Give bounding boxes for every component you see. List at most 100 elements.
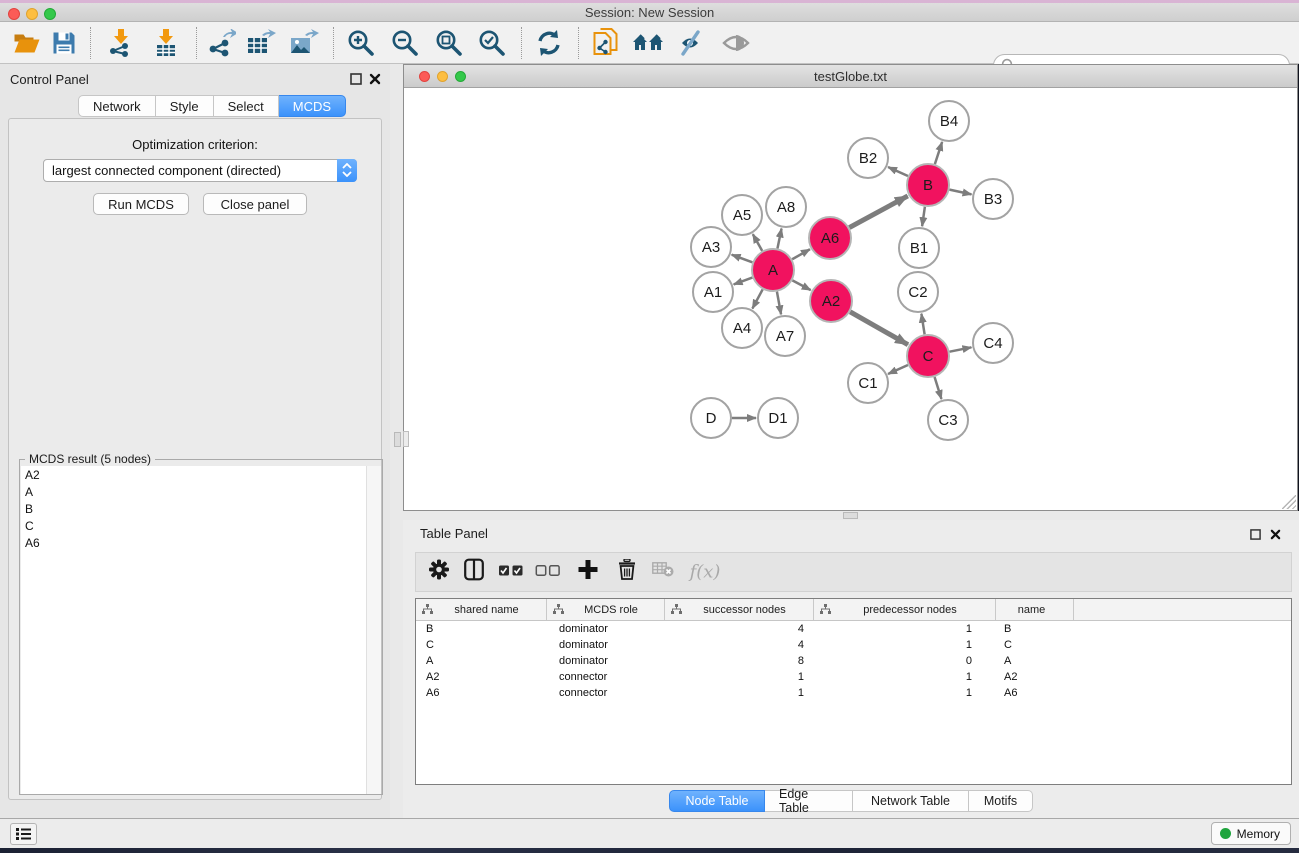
memory-button[interactable]: Memory xyxy=(1211,822,1291,845)
table-cell[interactable]: 1 xyxy=(665,671,814,683)
graph-node-B[interactable]: B xyxy=(907,164,949,206)
graph-edge-A-A8[interactable] xyxy=(777,229,781,249)
tab-select[interactable]: Select xyxy=(214,95,279,117)
table-cell[interactable]: A6 xyxy=(996,687,1074,699)
close-panel-icon[interactable] xyxy=(1270,527,1283,540)
table-cell[interactable]: A2 xyxy=(996,671,1074,683)
graph-edge-A-A1[interactable] xyxy=(734,278,753,285)
mcds-result-item[interactable]: C xyxy=(21,517,367,534)
export-network-icon[interactable] xyxy=(208,29,236,57)
graph-node-A2[interactable]: A2 xyxy=(810,280,852,322)
tab-network[interactable]: Network xyxy=(78,95,156,117)
save-session-icon[interactable] xyxy=(53,31,76,54)
splitter-grip[interactable] xyxy=(394,432,401,447)
table-cell[interactable]: A2 xyxy=(416,671,547,683)
graph-edge-C-C3[interactable] xyxy=(935,377,942,399)
graph-edge-A-A7[interactable] xyxy=(777,292,781,315)
zoom-in-icon[interactable] xyxy=(347,29,375,57)
table-cell[interactable]: dominator xyxy=(547,639,665,651)
table-cell[interactable]: 1 xyxy=(814,687,996,699)
graph-node-A3[interactable]: A3 xyxy=(691,227,731,267)
table-row-A2[interactable]: A2connector11A2 xyxy=(416,669,1291,685)
hide-details-icon[interactable] xyxy=(676,29,704,57)
table-cell[interactable]: 1 xyxy=(814,671,996,683)
run-mcds-button[interactable]: Run MCDS xyxy=(93,193,189,215)
table-cell[interactable]: dominator xyxy=(547,623,665,635)
table-cell[interactable]: A xyxy=(996,655,1074,667)
splitter-grip[interactable] xyxy=(843,512,858,519)
graph-node-C4[interactable]: C4 xyxy=(973,323,1013,363)
import-table-icon[interactable] xyxy=(153,29,179,57)
graph-node-B3[interactable]: B3 xyxy=(973,179,1013,219)
zoom-fit-icon[interactable] xyxy=(435,29,463,57)
tab-node-table[interactable]: Node Table xyxy=(669,790,765,812)
close-panel-button[interactable]: Close panel xyxy=(203,193,307,215)
table-cell[interactable]: B xyxy=(416,623,547,635)
graph-edge-A6-B[interactable] xyxy=(849,196,907,228)
graph-node-A7[interactable]: A7 xyxy=(765,316,805,356)
columns-icon[interactable] xyxy=(464,559,484,586)
table-cell[interactable]: 0 xyxy=(814,655,996,667)
table-row-A6[interactable]: A6connector11A6 xyxy=(416,685,1291,701)
close-panel-icon[interactable] xyxy=(369,72,382,85)
export-table-icon[interactable] xyxy=(246,29,276,57)
function-builder-icon[interactable]: f(x) xyxy=(690,562,721,583)
select-all-icon[interactable] xyxy=(499,563,524,581)
graph-node-C1[interactable]: C1 xyxy=(848,363,888,403)
zoom-out-icon[interactable] xyxy=(391,29,419,57)
gear-icon[interactable] xyxy=(429,559,450,585)
graph-node-A5[interactable]: A5 xyxy=(722,195,762,235)
table-cell[interactable]: 4 xyxy=(665,623,814,635)
refresh-icon[interactable] xyxy=(536,30,562,56)
deselect-all-icon[interactable] xyxy=(536,563,561,581)
graph-node-D1[interactable]: D1 xyxy=(758,398,798,438)
mcds-result-item[interactable]: A xyxy=(21,483,367,500)
task-history-button[interactable] xyxy=(10,823,37,845)
graph-node-C[interactable]: C xyxy=(907,335,949,377)
table-cell[interactable]: C xyxy=(416,639,547,651)
graph-edge-A-A6[interactable] xyxy=(792,249,810,259)
mcds-result-item[interactable]: A2 xyxy=(21,466,367,483)
tab-edge-table[interactable]: Edge Table xyxy=(765,790,853,812)
tab-network-table[interactable]: Network Table xyxy=(853,790,969,812)
zoom-selected-icon[interactable] xyxy=(478,29,506,57)
table-row-C[interactable]: Cdominator41C xyxy=(416,637,1291,653)
export-image-icon[interactable] xyxy=(289,29,319,57)
import-network-icon[interactable] xyxy=(108,29,134,57)
column-header-predecessor-nodes[interactable]: predecessor nodes xyxy=(814,599,996,620)
table-row-A[interactable]: Adominator80A xyxy=(416,653,1291,669)
table-cell[interactable]: B xyxy=(996,623,1074,635)
optimization-criterion-dropdown[interactable]: largest connected component (directed) xyxy=(43,159,357,182)
column-header-MCDS-role[interactable]: MCDS role xyxy=(547,599,665,620)
graph-edge-A2-C[interactable] xyxy=(850,312,908,345)
add-icon[interactable] xyxy=(579,560,598,584)
graph-edge-A-A3[interactable] xyxy=(732,255,753,263)
graph-node-A1[interactable]: A1 xyxy=(693,272,733,312)
column-header-name[interactable]: name xyxy=(996,599,1074,620)
table-row-B[interactable]: Bdominator41B xyxy=(416,621,1291,637)
graph-edge-A-A5[interactable] xyxy=(753,234,762,251)
titlebar[interactable]: Session: New Session xyxy=(0,3,1299,22)
mcds-result-item[interactable]: B xyxy=(21,500,367,517)
graph-node-A[interactable]: A xyxy=(752,249,794,291)
table-cell[interactable]: 4 xyxy=(665,639,814,651)
graph-edge-A-A2[interactable] xyxy=(792,280,810,290)
network-canvas[interactable]: B4B2BB3A8A5A6A3B1AA1C2A2A4A7C4CC1C3DD1 xyxy=(404,88,1297,510)
graph-edge-C-C2[interactable] xyxy=(921,314,924,335)
network-window-titlebar[interactable]: testGlobe.txt xyxy=(404,65,1297,88)
show-all-icon[interactable] xyxy=(632,32,664,54)
window-resize-grip[interactable] xyxy=(1282,495,1296,509)
column-header-successor-nodes[interactable]: successor nodes xyxy=(665,599,814,620)
new-network-icon[interactable] xyxy=(594,28,619,58)
graph-node-A4[interactable]: A4 xyxy=(722,308,762,348)
result-scrollbar[interactable] xyxy=(366,466,381,794)
graph-edge-B-B1[interactable] xyxy=(922,207,925,226)
table-cell[interactable]: 8 xyxy=(665,655,814,667)
graph-node-B2[interactable]: B2 xyxy=(848,138,888,178)
table-cell[interactable]: 1 xyxy=(665,687,814,699)
table-cell[interactable]: 1 xyxy=(814,623,996,635)
view-splitter-grip[interactable] xyxy=(403,431,409,447)
graph-edge-C-C4[interactable] xyxy=(950,347,972,351)
graph-node-C2[interactable]: C2 xyxy=(898,272,938,312)
open-session-icon[interactable] xyxy=(14,31,41,54)
